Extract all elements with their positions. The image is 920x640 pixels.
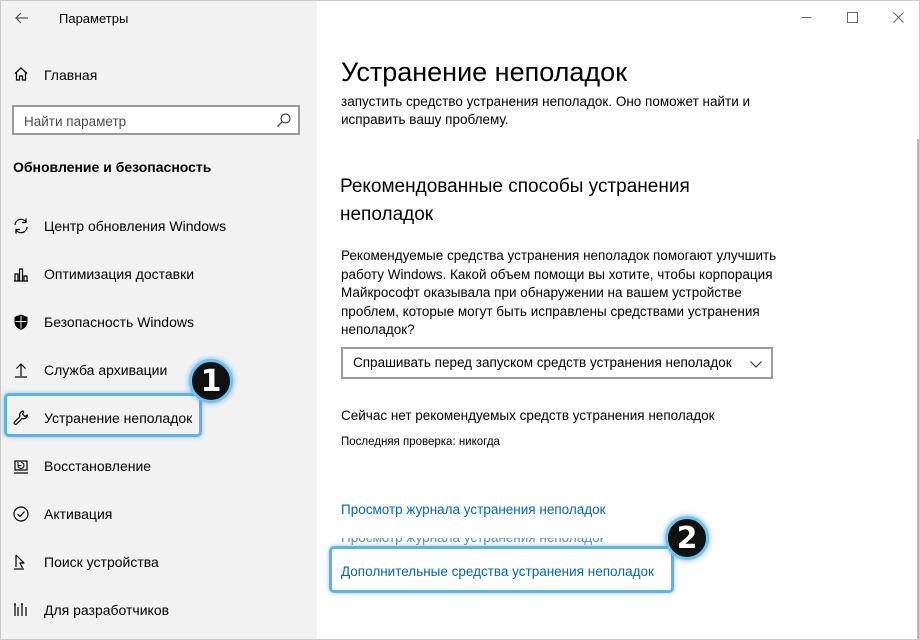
last-check-text: Последняя проверка: никогда <box>341 436 500 448</box>
sidebar-item-label: Безопасность Windows <box>44 314 194 330</box>
backup-icon <box>15 363 27 378</box>
scrollbar[interactable] <box>917 139 919 639</box>
sidebar-item-activation[interactable]: Активация <box>1 497 317 531</box>
settings-window: Параметры Главная Обновление и безопасно… <box>0 0 920 640</box>
select-value: Спрашивать перед запуском средств устран… <box>353 355 732 370</box>
recommended-description: Рекомендуемые средства устранения непола… <box>341 248 777 338</box>
recommended-heading: Рекомендованные способы устранения непол… <box>340 176 690 225</box>
maximize-icon <box>846 11 858 23</box>
sidebar-item-label: Для разработчиков <box>44 602 170 618</box>
sidebar-item-label: Центр обновления Windows <box>44 218 227 234</box>
back-arrow-icon <box>15 12 28 24</box>
sidebar-item-label: Поиск устройства <box>44 554 159 570</box>
sidebar-item-label: Служба архивации <box>44 362 168 378</box>
sidebar: Параметры Главная Обновление и безопасно… <box>1 1 317 639</box>
close-icon <box>892 11 904 23</box>
recovery-icon <box>14 460 28 474</box>
annotation-highlight-troubleshoot <box>4 393 202 437</box>
minimize-button[interactable] <box>783 1 829 33</box>
window-caption-buttons <box>783 1 919 33</box>
status-text: Сейчас нет рекомендуемых средств устране… <box>341 408 715 423</box>
sidebar-item-delivery-optimization[interactable]: Оптимизация доставки <box>1 257 317 291</box>
sidebar-item-recovery[interactable]: Восстановление <box>1 449 317 483</box>
developer-icon <box>14 603 27 616</box>
chevron-down-icon <box>750 361 762 368</box>
shield-icon <box>14 314 28 330</box>
search-box <box>12 105 300 135</box>
sidebar-item-label: Активация <box>44 506 113 522</box>
section-title: Обновление и безопасность <box>13 159 212 175</box>
main-content: Устранение неполадок запустить средство … <box>317 1 919 639</box>
annotation-highlight-additional <box>329 546 674 593</box>
find-device-icon <box>14 554 25 570</box>
search-input[interactable] <box>24 112 264 130</box>
sidebar-item-label: Оптимизация доставки <box>44 266 195 282</box>
sync-icon <box>14 218 28 234</box>
search-icon[interactable] <box>276 112 292 128</box>
sidebar-item-windows-security[interactable]: Безопасность Windows <box>1 305 317 339</box>
sidebar-item-backup[interactable]: Служба архивации <box>1 353 317 387</box>
sidebar-item-label: Восстановление <box>44 458 152 474</box>
page-title: Устранение неполадок <box>341 57 628 87</box>
app-title: Параметры <box>59 11 129 26</box>
annotation-badge-2: 2 <box>665 516 709 560</box>
troubleshoot-preference-select[interactable]: Спрашивать перед запуском средств устран… <box>341 347 773 379</box>
sidebar-item-windows-update[interactable]: Центр обновления Windows <box>1 209 317 243</box>
back-button[interactable] <box>11 7 33 29</box>
sidebar-item-label: Главная <box>44 67 98 83</box>
sidebar-item-developers[interactable]: Для разработчиков <box>1 593 317 627</box>
sidebar-item-home[interactable]: Главная <box>1 59 317 89</box>
annotation-badge-1: 1 <box>189 359 233 403</box>
minimize-icon <box>801 16 811 18</box>
sidebar-item-find-device[interactable]: Поиск устройства <box>1 545 317 579</box>
delivery-optimization-icon <box>14 268 28 282</box>
check-circle-icon <box>13 506 29 522</box>
close-button[interactable] <box>875 1 919 33</box>
intro-text: запустить средство устранения неполадок.… <box>341 94 751 127</box>
home-icon <box>14 67 28 81</box>
view-history-link[interactable]: Просмотр журнала устранения неполадок <box>341 502 606 517</box>
maximize-button[interactable] <box>829 1 875 33</box>
